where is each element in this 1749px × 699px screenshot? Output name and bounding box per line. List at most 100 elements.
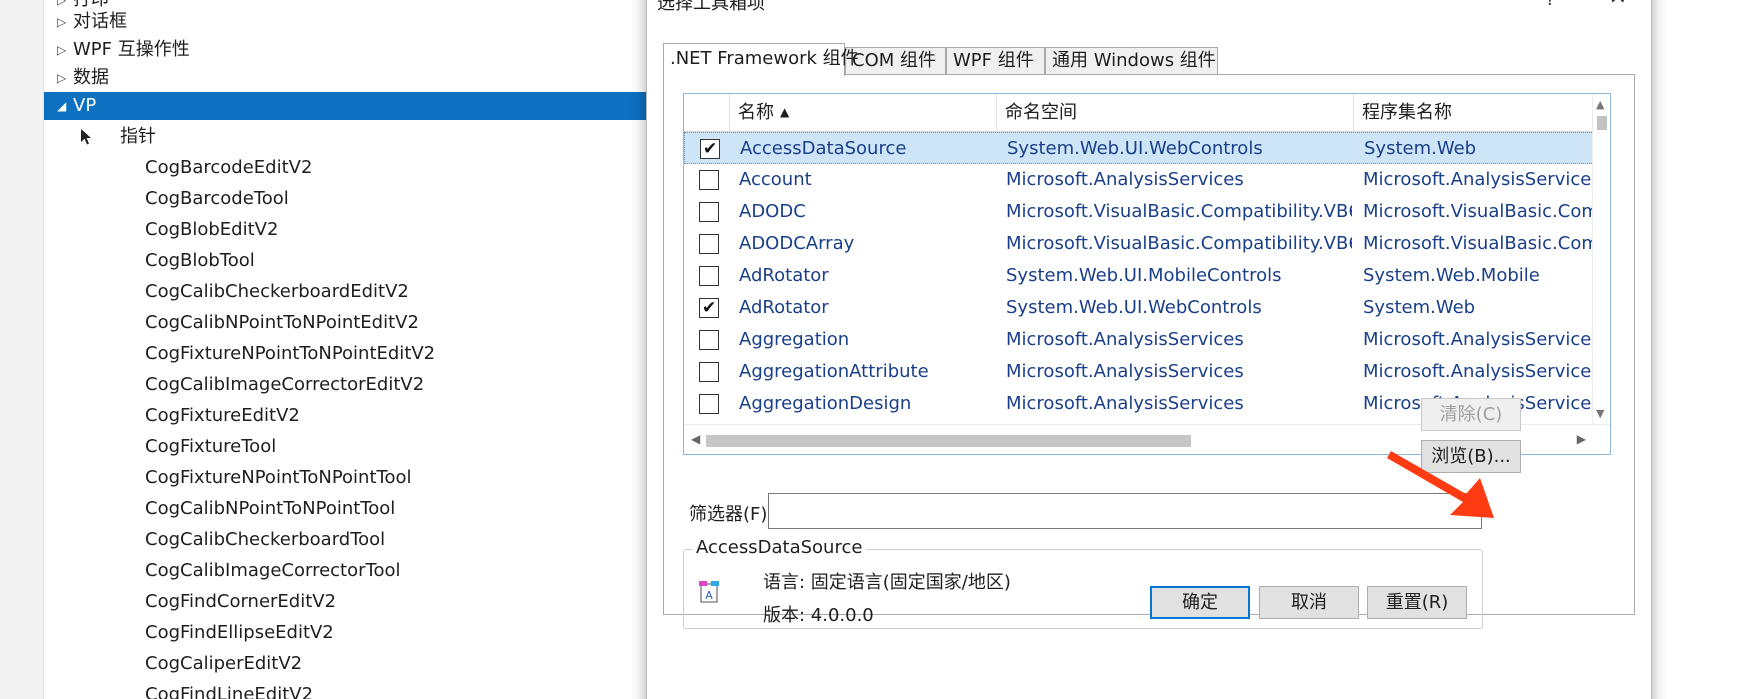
- toolbox-item[interactable]: CogFindLineEditV2: [44, 681, 650, 699]
- cell-namespace: Microsoft.AnalysisServices: [1006, 169, 1244, 190]
- toolbox-item-label: CogBarcodeTool: [145, 188, 289, 209]
- choose-toolbox-items-dialog: 选择工具箱项 ? ✕ .NET Framework 组件 COM 组件 WPF …: [646, 0, 1652, 699]
- toolbox-item-label: CogFixtureEditV2: [145, 405, 300, 426]
- toolbox-category-dialogs[interactable]: ▷ 对话框: [44, 8, 650, 36]
- cell-name: AdRotator: [739, 297, 829, 318]
- tab-net-framework[interactable]: .NET Framework 组件: [663, 43, 859, 76]
- table-row[interactable]: Aggregation Microsoft.AnalysisServices Mic…: [684, 324, 1594, 356]
- expand-triangle-icon: ▷: [57, 15, 67, 29]
- info-title: AccessDataSource: [692, 537, 867, 558]
- toolbox-item[interactable]: CogFindEllipseEditV2: [44, 619, 650, 647]
- toolbox-category-wpf-interop[interactable]: ▷ WPF 互操作性: [44, 36, 650, 64]
- row-checkbox[interactable]: [699, 234, 719, 254]
- cell-namespace: Microsoft.AnalysisServices: [1006, 361, 1244, 382]
- cancel-button[interactable]: 取消: [1259, 586, 1359, 619]
- toolbox-item-label: CogFindEllipseEditV2: [145, 622, 334, 643]
- filter-input[interactable]: [768, 493, 1482, 529]
- row-checkbox[interactable]: [700, 133, 720, 165]
- cell-name: AggregationDesign: [739, 393, 912, 414]
- vertical-scroll-thumb[interactable]: [1597, 116, 1607, 130]
- row-checkbox[interactable]: [699, 266, 719, 286]
- tab-wpf[interactable]: WPF 组件: [946, 47, 1045, 75]
- toolbox-category-data[interactable]: ▷ 数据: [44, 64, 650, 92]
- info-language: 语言: 固定语言(固定国家/地区): [763, 572, 1011, 593]
- row-checkbox[interactable]: [699, 170, 719, 190]
- table-row[interactable]: AggregationAttribute Microsoft.AnalysisSe…: [684, 356, 1594, 388]
- grid-body: AccessDataSource System.Web.UI.WebControl…: [684, 132, 1594, 424]
- row-checkbox[interactable]: [699, 394, 719, 414]
- toolbox-item[interactable]: CogBlobEditV2: [44, 216, 650, 244]
- toolbox-item[interactable]: CogBlobTool: [44, 247, 650, 275]
- cell-namespace: System.Web.UI.WebControls: [1007, 138, 1263, 159]
- svg-text:A: A: [705, 589, 713, 602]
- category-label: WPF 互操作性: [73, 39, 190, 60]
- table-row[interactable]: AccessDataSource System.Web.UI.WebControl…: [684, 132, 1594, 165]
- cell-namespace: Microsoft.VisualBasic.Compatibility.VB6: [1006, 233, 1352, 254]
- table-row[interactable]: ADODCArray Microsoft.VisualBasic.Compatib…: [684, 228, 1594, 260]
- header-assembly[interactable]: 程序集名称: [1354, 94, 1594, 132]
- toolbox-item[interactable]: CogFindCornerEditV2: [44, 588, 650, 616]
- assembly-icon: A: [699, 581, 719, 603]
- toolbox-item[interactable]: CogCalibNPointToNPointTool: [44, 495, 650, 523]
- help-button[interactable]: ?: [1545, 0, 1555, 10]
- grid-header: 名称 ▲ 命名空间 程序集名称: [684, 94, 1594, 132]
- toolbox-item[interactable]: CogCalibCheckerboardEditV2: [44, 278, 650, 306]
- row-checkbox[interactable]: [699, 202, 719, 222]
- clear-button[interactable]: 清除(C): [1421, 398, 1521, 431]
- category-label: 对话框: [73, 11, 127, 32]
- ok-button[interactable]: 确定: [1150, 586, 1250, 619]
- toolbox-item-pointer[interactable]: 指针: [44, 123, 650, 151]
- toolbox-item[interactable]: CogCalibImageCorrectorTool: [44, 557, 650, 585]
- category-label: VP: [73, 95, 97, 116]
- scroll-left-icon[interactable]: ◀: [691, 432, 700, 446]
- toolbox-item[interactable]: CogCalibNPointToNPointEditV2: [44, 309, 650, 337]
- header-name-label: 名称: [738, 102, 774, 123]
- toolbox-item-label: CogCalibImageCorrectorEditV2: [145, 374, 425, 395]
- sort-ascending-icon: ▲: [780, 105, 790, 119]
- scroll-up-icon[interactable]: ▲: [1596, 98, 1604, 111]
- toolbox-item[interactable]: CogFixtureNPointToNPointEditV2: [44, 340, 650, 368]
- toolbox-item[interactable]: CogFixtureEditV2: [44, 402, 650, 430]
- cell-namespace: Microsoft.VisualBasic.Compatibility.VB6: [1006, 201, 1352, 222]
- cell-assembly: Microsoft.AnalysisServices: [1363, 329, 1593, 350]
- row-checkbox[interactable]: [699, 330, 719, 350]
- header-namespace[interactable]: 命名空间: [997, 94, 1354, 132]
- scroll-down-icon[interactable]: ▼: [1596, 407, 1604, 420]
- row-checkbox[interactable]: [699, 362, 719, 382]
- cell-assembly: System.Web: [1364, 138, 1477, 159]
- table-row[interactable]: AdRotator System.Web.UI.MobileControls Sys…: [684, 260, 1594, 292]
- table-row[interactable]: ADODC Microsoft.VisualBasic.Compatibility…: [684, 196, 1594, 228]
- browse-button[interactable]: 浏览(B)...: [1421, 440, 1521, 473]
- toolbox-item-label: CogCalibImageCorrectorTool: [145, 560, 401, 581]
- vertical-scrollbar[interactable]: ▲ ▼: [1592, 94, 1610, 424]
- reset-button[interactable]: 重置(R): [1367, 586, 1467, 619]
- row-checkbox[interactable]: [699, 292, 719, 324]
- screen: ▷ 打印 ▷ 对话框 ▷ WPF 互操作性 ▷ 数据 ◢ VP 指针 CogBa…: [0, 0, 1749, 699]
- toolbox-item[interactable]: CogFixtureTool: [44, 433, 650, 461]
- cell-namespace: Microsoft.AnalysisServices: [1006, 329, 1244, 350]
- toolbox-item[interactable]: CogBarcodeTool: [44, 185, 650, 213]
- toolbox-item[interactable]: CogFixtureNPointToNPointTool: [44, 464, 650, 492]
- toolbox-item[interactable]: CogBarcodeEditV2: [44, 154, 650, 182]
- tab-com[interactable]: COM 组件: [845, 47, 946, 75]
- scroll-right-icon[interactable]: ▶: [1577, 432, 1586, 446]
- tab-panel: 名称 ▲ 命名空间 程序集名称 AccessDataSource System.We…: [663, 74, 1635, 629]
- toolbox-item[interactable]: CogCalibCheckerboardTool: [44, 526, 650, 554]
- toolbox-item-label: CogFindCornerEditV2: [145, 591, 337, 612]
- component-info-box: AccessDataSource A 语言: 固定语言(固定国家/地区) 版本:…: [683, 537, 1483, 629]
- toolbox-category-vp[interactable]: ◢ VP: [44, 92, 650, 120]
- toolbox-item-label: CogBlobTool: [145, 250, 255, 271]
- table-row[interactable]: Account Microsoft.AnalysisServices Microso…: [684, 164, 1594, 196]
- horizontal-scroll-thumb[interactable]: [706, 435, 1191, 447]
- toolbox-item[interactable]: CogCaliperEditV2: [44, 650, 650, 678]
- header-name[interactable]: 名称 ▲: [730, 94, 997, 132]
- table-row[interactable]: AdRotator System.Web.UI.WebControls System…: [684, 292, 1594, 324]
- cell-assembly: Microsoft.VisualBasic.Com: [1363, 201, 1593, 222]
- toolbox-item-label: CogCaliperEditV2: [145, 653, 303, 674]
- tab-universal-windows[interactable]: 通用 Windows 组件: [1045, 47, 1218, 75]
- info-version: 版本: 4.0.0.0: [763, 605, 874, 626]
- close-icon[interactable]: ✕: [1609, 0, 1627, 10]
- toolbox-gutter: [0, 0, 44, 699]
- collapse-triangle-icon: ◢: [57, 99, 67, 113]
- toolbox-item[interactable]: CogCalibImageCorrectorEditV2: [44, 371, 650, 399]
